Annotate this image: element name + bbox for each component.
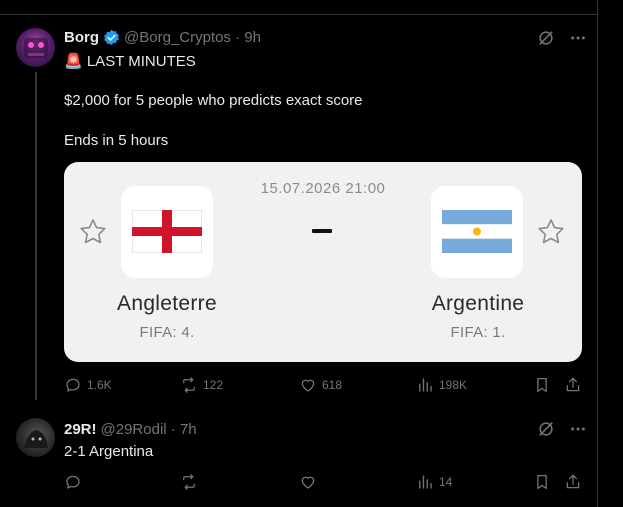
reply-avatar[interactable] — [16, 418, 55, 457]
reply-share-button[interactable] — [564, 473, 582, 491]
score-separator — [312, 229, 332, 233]
reply-top-actions — [536, 419, 588, 439]
england-flag-icon — [132, 210, 202, 253]
tweet-text-line-2: $2,000 for 5 people who predicts exact s… — [64, 92, 363, 109]
reply-icon — [66, 378, 80, 392]
home-flag-container — [121, 186, 213, 278]
favorite-home-star-icon[interactable] — [78, 217, 108, 247]
repost-button[interactable]: 122 — [180, 376, 223, 394]
reply-reply-button[interactable] — [64, 473, 82, 491]
reply-reply-icon — [66, 475, 80, 489]
reply-text: 2-1 Argentina — [64, 443, 154, 460]
heart-icon — [301, 379, 315, 392]
like-button[interactable]: 618 — [299, 376, 342, 394]
views-button[interactable]: 198K — [416, 376, 467, 394]
like-count: 618 — [322, 378, 343, 392]
author-handle-time[interactable]: @Borg_Cryptos · 9h — [124, 29, 261, 46]
reply-like-button[interactable] — [299, 473, 317, 491]
reply-grok-icon[interactable] — [536, 419, 556, 439]
reply-button[interactable]: 1.6K — [64, 376, 112, 394]
reply-share-icon — [566, 474, 580, 489]
share-button[interactable] — [564, 376, 582, 394]
reply-views-button[interactable]: 14 — [416, 473, 452, 491]
reply-avatar-image — [24, 430, 48, 448]
tweet-text-line-3: Ends in 5 hours — [64, 132, 169, 149]
reply-analytics-icon — [419, 475, 432, 489]
reply-repost-icon — [183, 474, 195, 490]
away-team-fifa-rank: FIFA: 1. — [450, 324, 506, 341]
argentina-flag-icon — [442, 210, 512, 253]
reply-bookmark-button[interactable] — [533, 473, 551, 491]
reply-author-handle-time[interactable]: @29Rodil · 7h — [101, 421, 197, 438]
reply-author-name[interactable]: 29R! — [64, 421, 97, 438]
reply-count: 1.6K — [87, 378, 112, 392]
reply-header: 29R! @29Rodil · 7h — [64, 421, 197, 438]
tweet-text-line-1: 🚨 LAST MINUTES — [64, 53, 196, 70]
top-divider — [0, 14, 597, 15]
views-count: 198K — [439, 378, 468, 392]
verified-badge-icon — [104, 29, 119, 46]
repost-icon — [183, 377, 195, 393]
tweet-header: Borg @Borg_Cryptos · 9h — [64, 29, 261, 46]
thread-connector-line — [35, 72, 37, 400]
away-flag-container — [431, 186, 523, 278]
reply-more-options-icon[interactable] — [568, 419, 588, 439]
reply-bookmark-icon — [537, 474, 547, 490]
author-name[interactable]: Borg — [64, 29, 99, 46]
home-team-name: Angleterre — [117, 292, 217, 315]
bookmark-icon — [537, 377, 547, 393]
home-team-fifa-rank: FIFA: 4. — [139, 324, 195, 341]
reply-heart-icon — [301, 476, 315, 489]
grok-icon[interactable] — [536, 28, 556, 48]
reply-views-count: 14 — [439, 475, 453, 489]
analytics-icon — [419, 378, 432, 392]
reply-repost-button[interactable] — [180, 473, 198, 491]
avatar-image — [24, 38, 48, 58]
share-icon — [566, 377, 580, 392]
column-border — [597, 0, 598, 507]
more-options-icon[interactable] — [568, 28, 588, 48]
away-team-name: Argentine — [431, 292, 525, 315]
favorite-away-star-icon[interactable] — [536, 217, 566, 247]
match-card[interactable]: 15.07.2026 21:00 Angleterre FIFA: 4. Arg… — [64, 162, 582, 362]
avatar[interactable] — [16, 28, 55, 67]
tweet-top-actions — [536, 28, 588, 48]
repost-count: 122 — [203, 378, 224, 392]
bookmark-button[interactable] — [533, 376, 551, 394]
